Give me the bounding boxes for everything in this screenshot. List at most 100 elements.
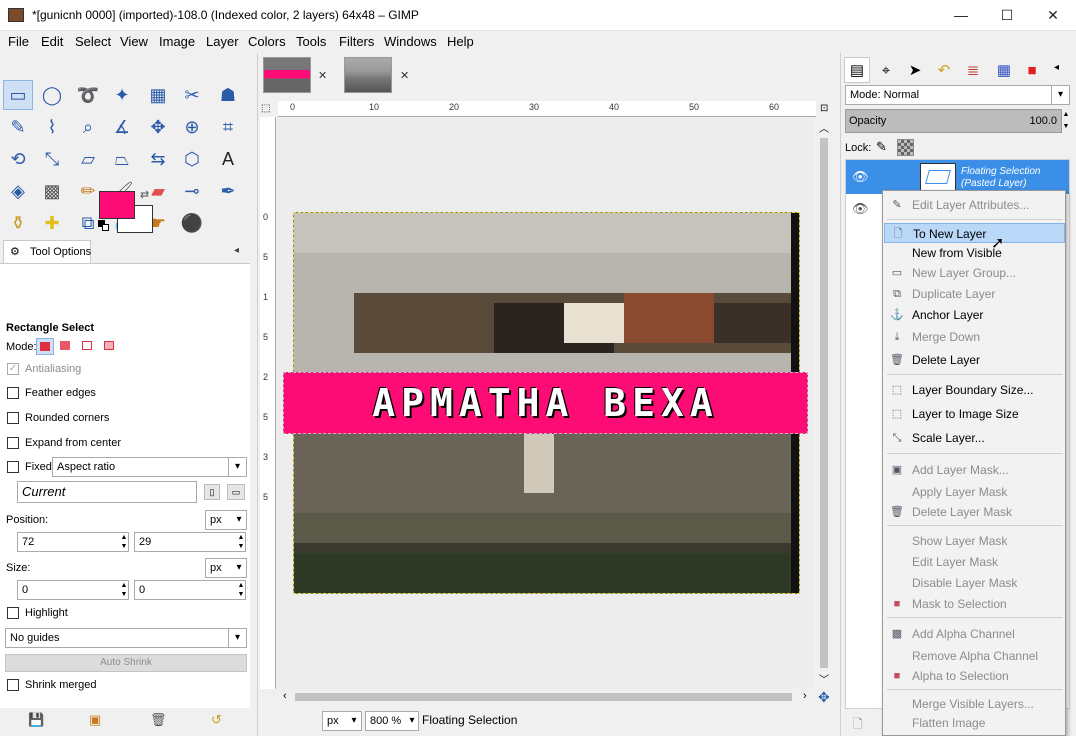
expand-from-center-checkbox[interactable] [7,437,19,449]
landscape-icon[interactable]: ▭ [227,484,245,500]
position-unit-combo[interactable]: px ▾ [205,510,247,530]
scroll-left-icon[interactable]: ‹ [283,690,287,702]
delete-options-icon[interactable]: 🗑 [150,712,167,728]
rotate-tool-icon[interactable]: ⟲ [3,144,33,174]
tab-paths[interactable]: ⌖ [873,57,899,83]
visibility-eye-icon[interactable]: 👁 [852,169,869,185]
vertical-ruler[interactable]: 0 5 1 5 2 5 3 5 [260,117,276,689]
menu-view[interactable]: View [120,34,148,49]
image-tab-thumbnail-2[interactable] [344,57,392,93]
rect-select-tool-icon[interactable]: ▭ [3,80,33,110]
menu-edit-layer-mask[interactable]: Edit Layer Mask [884,552,1065,572]
menu-edit[interactable]: Edit [41,34,63,49]
menu-delete-layer[interactable]: 🗑 Delete Layer [884,350,1065,370]
lock-alpha-icon[interactable] [897,139,914,156]
spin-arrows-icon[interactable]: ▲ ▼ [237,533,245,551]
menu-new-from-visible[interactable]: New from Visible [884,243,1065,263]
menu-file[interactable]: File [8,34,29,49]
ellipse-select-tool-icon[interactable]: ◯ [37,80,67,110]
move-tool-icon[interactable]: ✥ [143,112,173,142]
tab-colormap[interactable]: ▦ [991,57,1017,83]
menu-mask-to-selection[interactable]: ■ Mask to Selection [884,594,1065,614]
scroll-up-icon[interactable]: ︿ [819,120,829,135]
floating-selection-banner[interactable]: APMATHA BEXA [283,372,808,434]
foreground-color-swatch[interactable] [99,191,135,219]
menu-add-layer-mask[interactable]: ▣ Add Layer Mask... [884,460,1065,480]
menu-delete-layer-mask[interactable]: 🗑 Delete Layer Mask [884,502,1065,522]
menu-layer-to-image-size[interactable]: ⬚ Layer to Image Size [884,404,1065,424]
menu-windows[interactable]: Windows [384,34,437,49]
tab-palette[interactable]: ■ [1019,57,1045,83]
fixed-combo[interactable]: Aspect ratio ▾ [52,457,247,477]
size-width-field[interactable]: 0 ▲ ▼ [17,580,129,600]
foreground-select-tool-icon[interactable]: ☗ [213,80,243,110]
bucket-fill-tool-icon[interactable]: ◈ [3,176,33,206]
portrait-icon[interactable]: ▯ [204,484,220,500]
paths-tool-icon[interactable]: ✎ [3,112,33,142]
ink-tool-icon[interactable]: ✒ [213,176,243,206]
scroll-right-icon[interactable]: › [803,690,807,702]
vertical-scroll-thumb[interactable] [820,138,828,668]
save-options-icon[interactable]: 💾 [28,712,44,728]
zoom-combo[interactable]: 800 % ▾ [365,711,419,731]
spin-arrows-icon[interactable]: ▲ ▼ [120,533,128,551]
clone-tool-icon[interactable]: ⚱ [3,208,33,238]
color-picker-tool-icon[interactable]: ⌇ [37,112,67,142]
perspective-tool-icon[interactable]: ⏢ [107,144,137,174]
zoom-tool-icon[interactable]: ⌕ [73,112,103,142]
fuzzy-select-tool-icon[interactable]: ✦ [107,80,137,110]
menu-alpha-to-selection[interactable]: ■ Alpha to Selection [884,666,1065,686]
cage-transform-tool-icon[interactable]: ⬡ [177,144,207,174]
menu-duplicate-layer[interactable]: ⧉ Duplicate Layer [884,284,1065,304]
auto-shrink-button[interactable]: Auto Shrink [5,654,247,672]
default-colors-icon[interactable] [98,220,110,232]
layer-mode-combo[interactable]: Mode: Normal ▾ [845,85,1070,105]
navigate-icon[interactable]: ✥ [818,689,830,706]
menu-new-layer-group[interactable]: ▭ New Layer Group... [884,263,1065,283]
menu-tools[interactable]: Tools [296,34,326,49]
scale-tool-icon[interactable]: ⤡ [37,144,67,174]
menu-scale-layer[interactable]: ⤡ Scale Layer... [884,428,1065,448]
flip-tool-icon[interactable]: ⇆ [143,144,173,174]
opacity-spin-icon[interactable]: ▲ ▼ [1062,109,1070,133]
opacity-slider[interactable]: Opacity 100.0 [845,109,1062,133]
restore-options-icon[interactable]: ▣ [89,712,101,728]
guides-combo[interactable]: No guides ▾ [5,628,247,648]
text-tool-icon[interactable]: A [213,144,243,174]
close-button[interactable]: ✕ [1030,0,1076,31]
size-unit-combo[interactable]: px ▾ [205,558,247,578]
new-layer-icon[interactable]: 🗋 [853,715,863,736]
menu-anchor-layer[interactable]: ⚓ Anchor Layer [884,305,1065,325]
dodge-burn-tool-icon[interactable]: ⚫ [177,208,207,238]
quick-mask-corner-icon[interactable]: ⬚ [261,103,270,114]
menu-edit-layer-attributes[interactable]: ✎ Edit Layer Attributes... [884,195,1065,215]
swap-colors-icon[interactable]: ⇄ [140,188,149,201]
crop-tool-icon[interactable]: ⌗ [213,112,243,142]
tab-layers[interactable]: ▤ [844,57,870,83]
minimize-button[interactable]: — [938,0,984,31]
menu-show-layer-mask[interactable]: Show Layer Mask [884,531,1065,551]
horizontal-ruler[interactable]: 0 10 20 30 40 50 60 [278,101,816,117]
mode-replace-button[interactable] [36,338,54,355]
menu-merge-visible-layers[interactable]: Merge Visible Layers... [884,694,1065,714]
scroll-down-icon[interactable]: ﹀ [819,671,829,686]
highlight-checkbox[interactable] [7,607,19,619]
lock-pixels-icon[interactable]: ✎ [876,139,887,155]
menu-colors[interactable]: Colors [248,34,286,49]
menu-layer[interactable]: Layer [206,34,239,49]
feather-edges-checkbox[interactable] [7,387,19,399]
menu-help[interactable]: Help [447,34,474,49]
shear-tool-icon[interactable]: ▱ [73,144,103,174]
zoom-follow-icon[interactable]: ⊡ [820,103,828,114]
menu-image[interactable]: Image [159,34,195,49]
menu-select[interactable]: Select [75,34,111,49]
unit-combo[interactable]: px ▾ [322,711,362,731]
close-tab-icon[interactable]: ✕ [400,69,409,82]
size-height-field[interactable]: 0 ▲ ▼ [134,580,246,600]
horizontal-scrollbar[interactable]: ‹ › [277,689,814,705]
menu-layer-boundary-size[interactable]: ⬚ Layer Boundary Size... [884,380,1065,400]
measure-tool-icon[interactable]: ∡ [107,112,137,142]
horizontal-scroll-thumb[interactable] [295,693,792,701]
vertical-scrollbar[interactable]: ︿ ﹀ [816,118,832,689]
shrink-merged-checkbox[interactable] [7,679,19,691]
